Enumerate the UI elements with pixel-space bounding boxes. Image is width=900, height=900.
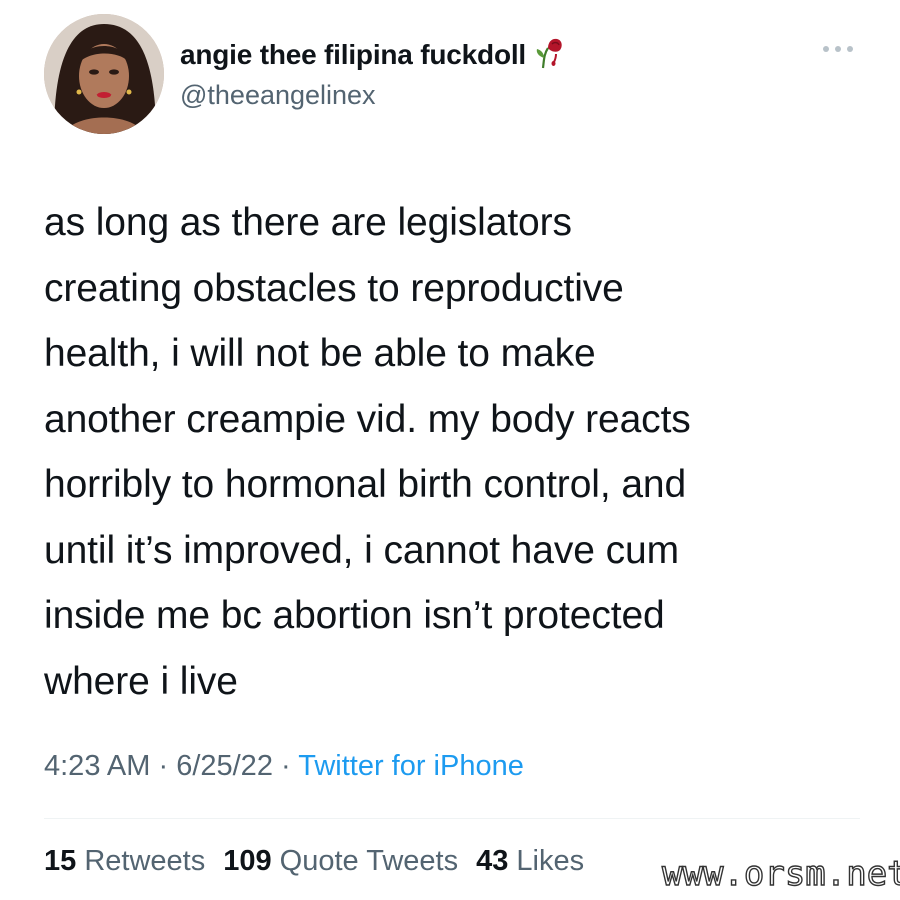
quote-tweets-count: 109 <box>223 845 272 877</box>
tweet-time[interactable]: 4:23 AM <box>44 750 150 782</box>
tweet-metadata: 4:23 AM · 6/25/22 · Twitter for iPhone <box>44 750 524 783</box>
tweet-source-link[interactable]: Twitter for iPhone <box>298 750 524 782</box>
likes-count: 43 <box>476 845 509 877</box>
meta-separator: · <box>150 750 177 782</box>
watermark: www.orsm.net <box>661 853 900 894</box>
tweet-text: as long as there are legislators creatin… <box>44 201 691 703</box>
display-name[interactable]: angie thee filipina fuckdoll <box>180 36 564 71</box>
wilted-rose-icon <box>536 38 562 69</box>
quote-tweets-stat[interactable]: 109 Quote Tweets <box>223 845 458 877</box>
tweet-date[interactable]: 6/25/22 <box>176 750 273 782</box>
avatar[interactable] <box>44 14 164 134</box>
engagement-stats: 15 Retweets 109 Quote Tweets 43 Likes <box>44 845 584 878</box>
more-options-icon[interactable] <box>820 40 856 58</box>
meta-separator: · <box>272 750 299 782</box>
retweets-stat[interactable]: 15 Retweets <box>44 845 205 877</box>
retweets-label: Retweets <box>84 845 206 877</box>
likes-stat[interactable]: 43 Likes <box>476 845 584 877</box>
display-name-text: angie thee filipina fuckdoll <box>180 39 526 70</box>
tweet-card: angie thee filipina fuckdoll @theeangeli… <box>0 0 900 900</box>
divider <box>44 818 860 819</box>
likes-label: Likes <box>516 845 585 877</box>
quote-tweets-label: Quote Tweets <box>279 845 459 877</box>
avatar-image <box>44 14 164 134</box>
retweets-count: 15 <box>44 845 77 877</box>
user-handle[interactable]: @theeangelinex <box>180 80 376 111</box>
